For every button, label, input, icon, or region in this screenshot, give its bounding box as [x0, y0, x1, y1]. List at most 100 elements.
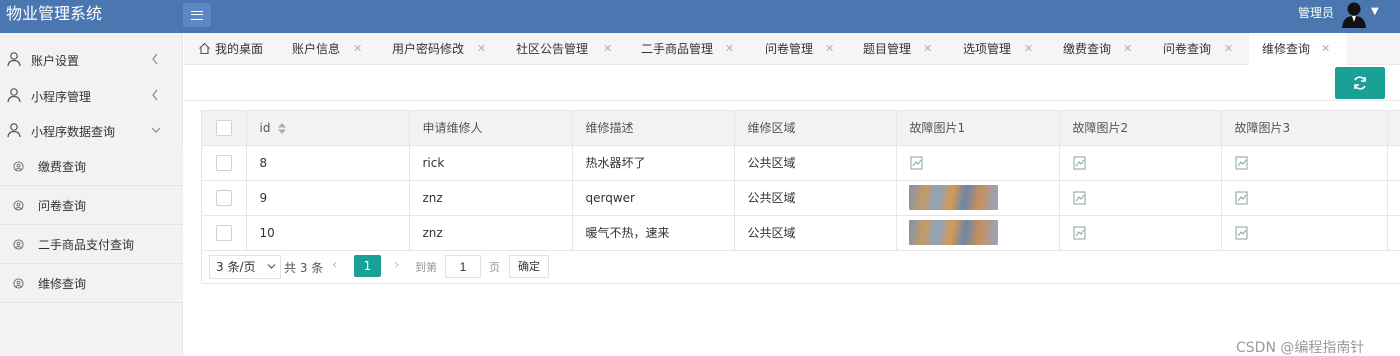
cell-description: qerqwer	[572, 180, 735, 216]
tab-label: 题目管理	[863, 42, 912, 56]
sidebar-subitem-survey-query[interactable]: 问卷查询	[0, 186, 183, 225]
tab-question-management[interactable]: 题目管理 ✕	[863, 33, 943, 65]
tab-repair-query[interactable]: 维修查询 ✕	[1249, 33, 1346, 65]
cell-description: 暖气不热，速来	[572, 215, 735, 251]
sidebar-item-label: 小程序数据查询	[31, 125, 116, 139]
chevron-left-icon	[152, 53, 158, 65]
tab-secondhand-goods[interactable]: 二手商品管理 ✕	[641, 33, 746, 65]
tab-label: 问卷查询	[1163, 42, 1212, 56]
cell-extra	[1387, 215, 1400, 251]
tab-my-desktop[interactable]: 我的桌面	[196, 33, 276, 65]
cell-applicant: znz	[409, 215, 573, 251]
sidebar-item-miniprogram-data-query[interactable]: 小程序数据查询	[0, 113, 183, 149]
user-icon	[7, 123, 21, 138]
page-size-select[interactable]: 3 条/页	[209, 255, 281, 279]
column-header-id[interactable]: id	[246, 111, 410, 146]
cell-image2	[1059, 180, 1222, 216]
current-page-button[interactable]: 1	[354, 255, 381, 277]
table-row[interactable]: 8 rick 热水器坏了 公共区域	[202, 145, 1400, 181]
cell-id: 8	[246, 145, 410, 181]
refresh-button[interactable]	[1335, 67, 1385, 99]
cell-applicant: rick	[409, 145, 573, 181]
close-icon[interactable]: ✕	[725, 33, 734, 65]
close-icon[interactable]: ✕	[923, 33, 932, 65]
select-all-checkbox[interactable]	[215, 119, 232, 136]
cell-image1	[896, 145, 1060, 181]
prev-page-icon[interactable]: ‹	[332, 257, 338, 273]
tab-label: 社区公告管理	[516, 42, 589, 56]
tab-survey-management[interactable]: 问卷管理 ✕	[765, 33, 845, 65]
sidebar-item-account-settings[interactable]: 账户设置	[0, 42, 183, 78]
sidebar-subitem-label: 二手商品支付查询	[38, 238, 135, 252]
sidebar-item-label: 小程序管理	[31, 90, 92, 104]
tab-bar: 我的桌面 账户信息 ✕ 用户密码修改 ✕ 社区公告管理 ✕ 二手商品管理 ✕ 问…	[184, 33, 1400, 65]
sidebar-subitem-payment-query[interactable]: 缴费查询	[0, 147, 183, 186]
user-icon	[7, 88, 21, 103]
column-header-extra	[1387, 111, 1400, 146]
row-checkbox[interactable]	[215, 224, 232, 241]
sidebar-subitem-secondhand-payment-query[interactable]: 二手商品支付查询	[0, 225, 183, 264]
toolbar	[184, 65, 1400, 101]
close-icon[interactable]: ✕	[825, 33, 834, 65]
sidebar-subitem-label: 维修查询	[38, 277, 87, 291]
goto-label: 到第	[415, 261, 437, 274]
tab-survey-query[interactable]: 问卷查询 ✕	[1163, 33, 1243, 65]
tab-community-notice[interactable]: 社区公告管理 ✕	[516, 33, 621, 65]
column-header-description: 维修描述	[572, 111, 735, 146]
tab-password-change[interactable]: 用户密码修改 ✕	[392, 33, 497, 65]
tab-label: 选项管理	[963, 42, 1012, 56]
broken-image-icon	[1073, 191, 1085, 205]
row-checkbox[interactable]	[215, 189, 232, 206]
cell-applicant: znz	[409, 180, 573, 216]
user-menu-caret-icon[interactable]: ▼	[1371, 6, 1379, 17]
select-all-cell	[202, 111, 247, 146]
sidebar: 账户设置 小程序管理 小程序数据查询 缴费查询 问卷查询 二手商品支付查询 维修…	[0, 33, 183, 356]
page-size-value: 3 条/页	[216, 260, 256, 274]
tab-label: 我的桌面	[215, 42, 264, 56]
table-row[interactable]: 9 znz qerqwer 公共区域	[202, 180, 1400, 216]
tab-option-management[interactable]: 选项管理 ✕	[963, 33, 1043, 65]
tab-account-info[interactable]: 账户信息 ✕	[292, 33, 372, 65]
next-page-icon[interactable]: ›	[394, 257, 400, 273]
broken-image-icon	[1235, 156, 1247, 170]
fault-image-thumbnail[interactable]	[908, 185, 998, 210]
fault-image-thumbnail[interactable]	[908, 220, 998, 245]
chevron-down-icon	[267, 264, 276, 269]
tab-label: 缴费查询	[1063, 42, 1112, 56]
cell-id: 9	[246, 180, 410, 216]
menu-toggle-button[interactable]	[183, 3, 211, 27]
sidebar-item-miniprogram-management[interactable]: 小程序管理	[0, 78, 183, 114]
tab-label: 维修查询	[1262, 42, 1311, 56]
goto-page-input[interactable]	[445, 255, 481, 278]
chevron-down-icon	[151, 127, 161, 133]
close-icon[interactable]: ✕	[1123, 33, 1132, 65]
sidebar-subitem-repair-query[interactable]: 维修查询	[0, 264, 183, 303]
broken-image-icon	[1235, 226, 1247, 240]
user-name[interactable]: 管理员	[1298, 5, 1334, 21]
close-icon[interactable]: ✕	[477, 33, 486, 65]
sidebar-item-label: 账户设置	[31, 54, 80, 68]
row-checkbox[interactable]	[215, 154, 232, 171]
close-icon[interactable]: ✕	[353, 33, 362, 65]
cell-image3	[1221, 215, 1388, 251]
broken-image-icon	[1235, 191, 1247, 205]
user-circle-icon	[13, 200, 24, 211]
close-icon[interactable]: ✕	[1321, 33, 1330, 65]
app-title: 物业管理系统	[6, 4, 103, 23]
sort-icon[interactable]	[278, 122, 287, 134]
user-icon	[7, 52, 21, 67]
cell-id: 10	[246, 215, 410, 251]
row-select-cell	[202, 145, 247, 181]
cell-image1	[896, 215, 1060, 251]
close-icon[interactable]: ✕	[1224, 33, 1233, 65]
cell-image3	[1221, 180, 1388, 216]
close-icon[interactable]: ✕	[1024, 33, 1033, 65]
close-icon[interactable]: ✕	[603, 33, 612, 65]
row-select-cell	[202, 180, 247, 216]
column-header-applicant: 申请维修人	[409, 111, 573, 146]
tab-payment-query[interactable]: 缴费查询 ✕	[1063, 33, 1143, 65]
goto-confirm-button[interactable]: 确定	[509, 255, 549, 278]
table-row[interactable]: 10 znz 暖气不热，速来 公共区域	[202, 215, 1400, 251]
user-circle-icon	[13, 161, 24, 172]
avatar[interactable]	[1340, 0, 1368, 28]
